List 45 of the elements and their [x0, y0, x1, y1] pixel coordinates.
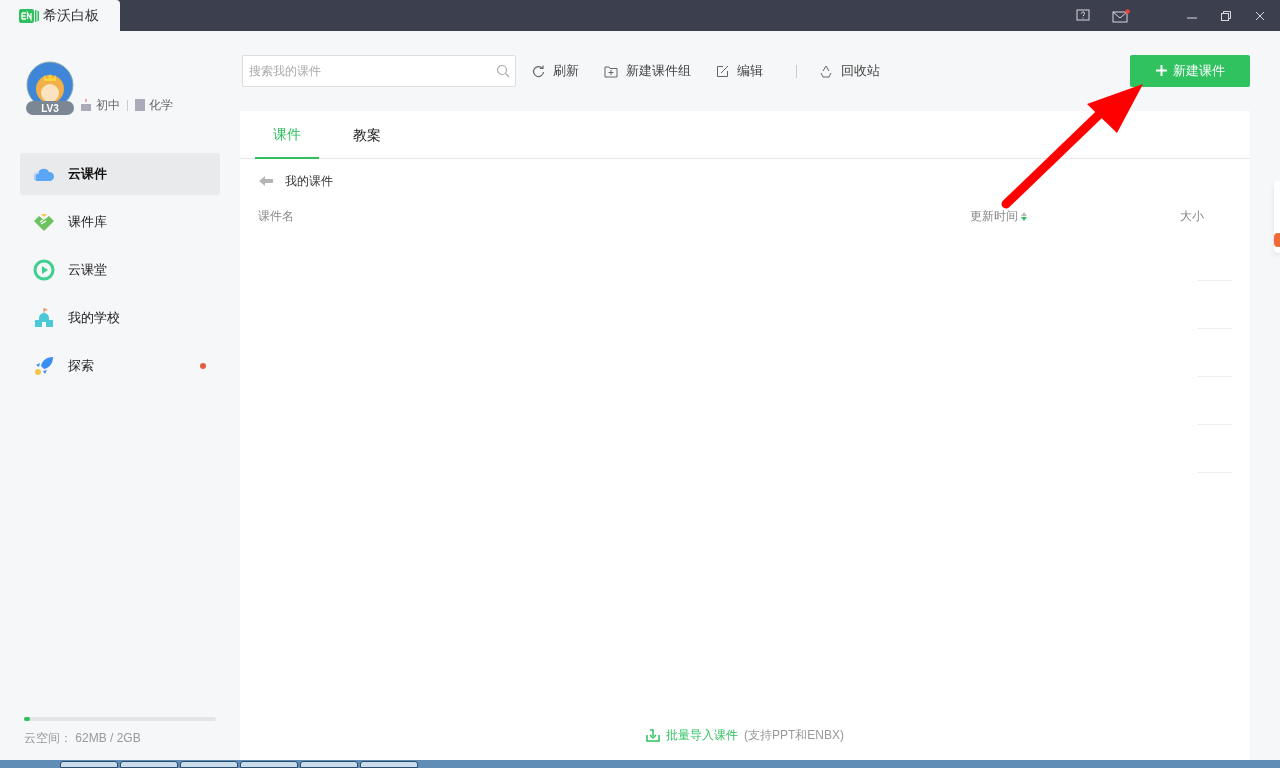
new-group-button[interactable]: 新建课件组 — [604, 61, 691, 81]
taskbar-button[interactable] — [120, 761, 178, 768]
column-header: 大小 — [1180, 208, 1204, 225]
taskbar-button[interactable] — [240, 761, 298, 768]
taskbar-button[interactable] — [180, 761, 238, 768]
taskbar-button[interactable] — [300, 761, 358, 768]
tab[interactable]: 教案 — [335, 111, 399, 159]
search-field[interactable]: 搜索我的课件 — [242, 54, 516, 87]
nav-item[interactable]: 云课堂 — [20, 249, 220, 291]
import-note: (支持PPT和ENBX) — [744, 727, 844, 744]
search-icon — [496, 63, 510, 78]
taskbar-button[interactable] — [60, 761, 118, 768]
restore-icon[interactable] — [1220, 9, 1232, 22]
cloud-icon — [33, 166, 55, 182]
import-icon — [646, 728, 660, 742]
storage-label: 云空间： 62MB / 2GB — [24, 730, 142, 747]
edit-icon — [716, 64, 729, 78]
nav-item[interactable]: 探索 — [20, 345, 220, 387]
nav-item[interactable]: 云课件 — [20, 153, 220, 195]
explore-icon — [33, 356, 55, 376]
mail-icon[interactable] — [1112, 8, 1130, 23]
nav-item[interactable]: 我的学校 — [20, 297, 220, 339]
recycle-button[interactable]: 回收站 — [819, 61, 880, 81]
refresh-icon — [532, 64, 545, 78]
logo-icon — [19, 8, 39, 23]
subject-label: 化学 — [149, 97, 173, 114]
column-header: 课件名 — [258, 208, 295, 225]
nav-item[interactable]: 课件库 — [20, 201, 220, 243]
close-icon[interactable] — [1254, 9, 1266, 22]
book-icon — [135, 99, 145, 111]
library-icon — [33, 212, 55, 232]
plus-icon — [1155, 65, 1167, 76]
refresh-button[interactable]: 刷新 — [532, 61, 579, 81]
column-header[interactable]: 更新时间 — [970, 207, 1180, 225]
sort-icon — [1021, 211, 1027, 221]
breadcrumb-label: 我的课件 — [285, 173, 333, 190]
taskbar-button[interactable] — [360, 761, 418, 768]
grade-label: 初中 — [96, 97, 120, 114]
level-badge: LV3 — [26, 101, 74, 115]
classroom-icon — [33, 259, 55, 281]
app-title: 希沃白板 — [43, 6, 99, 25]
side-tab[interactable] — [1274, 181, 1280, 253]
help-icon[interactable] — [1076, 8, 1090, 23]
edit-button[interactable]: 编辑 — [716, 61, 763, 81]
folder-plus-icon — [604, 64, 618, 78]
